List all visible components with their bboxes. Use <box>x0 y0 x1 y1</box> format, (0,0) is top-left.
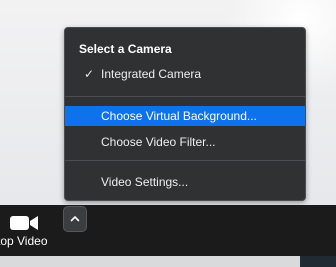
bottom-strip <box>0 256 336 267</box>
chevron-up-icon <box>70 216 80 222</box>
menu-item-label: Integrated Camera <box>101 67 202 81</box>
menu-item-choose-video-filter[interactable]: Choose Video Filter... <box>65 132 305 152</box>
menu-item-video-settings[interactable]: Video Settings... <box>65 172 305 192</box>
camera-menu-heading: Select a Camera <box>79 42 172 56</box>
stop-video-label: top Video <box>0 234 48 248</box>
camera-menu: Select a Camera ✓ Integrated Camera Choo… <box>64 27 306 201</box>
checkmark-icon: ✓ <box>84 67 95 81</box>
menu-item-choose-virtual-background[interactable]: Choose Virtual Background... <box>65 106 305 126</box>
menu-item-integrated-camera[interactable]: ✓ Integrated Camera <box>65 64 305 84</box>
menu-item-label: Choose Video Filter... <box>101 135 216 149</box>
menu-divider <box>65 96 305 97</box>
menu-item-label: Choose Virtual Background... <box>101 109 257 123</box>
video-options-button[interactable] <box>63 206 87 232</box>
bottom-strip-dark <box>300 256 336 267</box>
menu-item-label: Video Settings... <box>101 175 189 189</box>
menu-divider <box>65 160 305 161</box>
video-camera-icon <box>10 216 38 230</box>
